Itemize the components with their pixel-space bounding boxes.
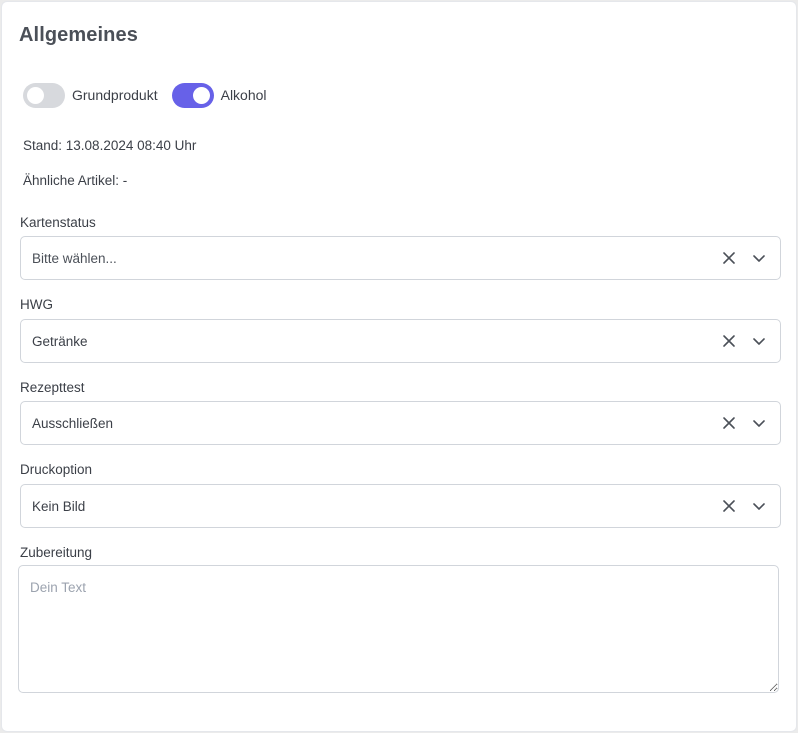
- grundprodukt-toggle[interactable]: [23, 82, 65, 108]
- rezepttest-select[interactable]: Ausschließen: [20, 401, 781, 445]
- chevron-down-icon[interactable]: [744, 237, 774, 279]
- druckoption-label: Druckoption: [20, 462, 93, 477]
- toggle-knob: [192, 86, 210, 104]
- rezepttest-label: Rezepttest: [20, 380, 85, 395]
- hwg-value: Getränke: [32, 333, 88, 349]
- stand-text: Stand: 13.08.2024 08:40 Uhr: [23, 138, 197, 153]
- kartenstatus-select[interactable]: Bitte wählen...: [20, 236, 781, 280]
- rezepttest-value: Ausschließen: [32, 415, 114, 431]
- close-icon[interactable]: [714, 485, 744, 527]
- hwg-select[interactable]: Getränke: [20, 319, 781, 363]
- toggle-row: Grundprodukt Alkohol: [23, 82, 267, 108]
- chevron-down-icon[interactable]: [744, 320, 774, 362]
- kartenstatus-value: Bitte wählen...: [32, 250, 117, 266]
- close-icon[interactable]: [714, 320, 744, 362]
- zubereitung-label: Zubereitung: [20, 545, 93, 560]
- chevron-down-icon[interactable]: [744, 402, 774, 444]
- zubereitung-textarea[interactable]: [18, 565, 779, 693]
- druckoption-value: Kein Bild: [32, 498, 86, 514]
- alkohol-label: Alkohol: [220, 87, 267, 103]
- kartenstatus-label: Kartenstatus: [20, 215, 96, 230]
- similar-articles-text: Ähnliche Artikel: -: [23, 173, 128, 188]
- chevron-down-icon[interactable]: [744, 485, 774, 527]
- section-title: Allgemeines: [19, 24, 138, 46]
- toggle-knob: [27, 86, 44, 104]
- close-icon[interactable]: [714, 237, 744, 279]
- alkohol-toggle[interactable]: [171, 82, 214, 108]
- close-icon[interactable]: [714, 402, 744, 444]
- hwg-label: HWG: [20, 297, 53, 312]
- grundprodukt-label: Grundprodukt: [72, 87, 158, 103]
- druckoption-select[interactable]: Kein Bild: [20, 484, 781, 528]
